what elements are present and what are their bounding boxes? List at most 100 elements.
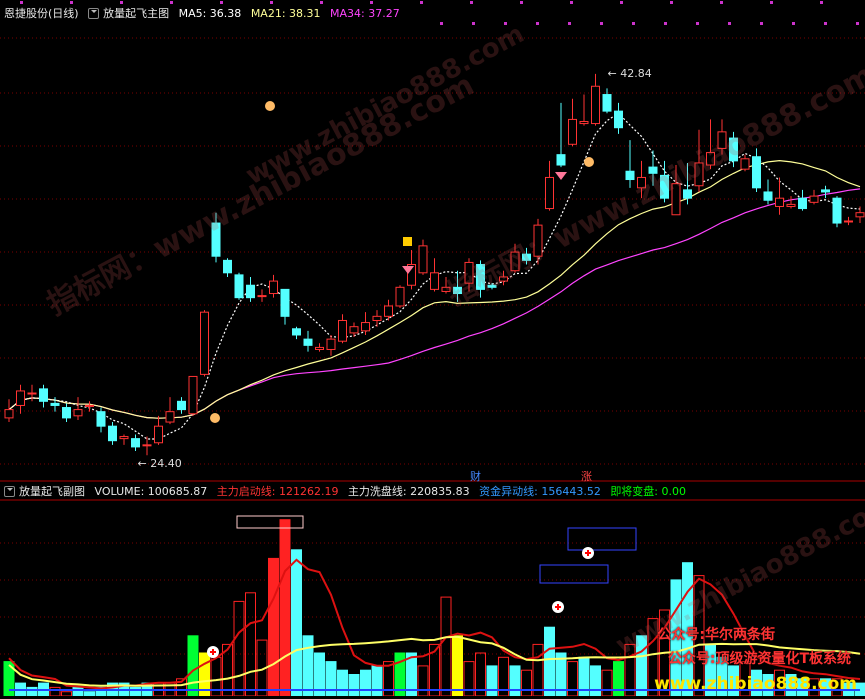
signal-dot	[670, 1, 673, 4]
candle-body	[499, 276, 508, 282]
candle-body	[533, 224, 543, 257]
signal-dot	[270, 1, 273, 4]
candle-body	[522, 253, 531, 261]
volume-bar	[291, 549, 302, 697]
candle-body	[303, 338, 313, 346]
candle-body	[510, 251, 520, 272]
candle-body	[223, 259, 232, 274]
volume-value: VOLUME: 100685.87	[94, 485, 208, 498]
candle-body	[234, 274, 244, 299]
period-label: (日线)	[48, 7, 79, 20]
hand-icon	[584, 157, 594, 167]
signal-dot	[170, 1, 173, 4]
indicator-dropdown-icon[interactable]	[88, 7, 100, 19]
candle-body	[464, 261, 474, 284]
volume-bar	[521, 669, 532, 697]
candle-body	[154, 425, 163, 444]
hand-icon	[265, 101, 275, 111]
volume-bar	[601, 669, 613, 697]
diamond-icon	[555, 172, 567, 180]
signal-dot	[632, 22, 635, 25]
candle-body	[648, 166, 658, 174]
candle-body	[441, 286, 451, 292]
signal-dot	[440, 22, 443, 25]
candle-body	[602, 94, 612, 112]
candle-body	[50, 402, 60, 406]
candle-body	[694, 162, 704, 187]
signal-dot	[664, 22, 667, 25]
volume-bar	[348, 674, 360, 697]
candle-body	[292, 328, 301, 336]
low-label: ← 24.40	[138, 457, 182, 470]
main-header: 恩捷股份(日线) 放量起飞主图 MA5: 36.38 MA21: 38.31 M…	[4, 6, 406, 22]
price-chart[interactable]: ← 42.84 ← 24.40	[0, 0, 865, 697]
signal-box	[567, 527, 637, 551]
signal-dot	[600, 22, 603, 25]
signal-dot	[760, 22, 763, 25]
candle-body	[108, 425, 117, 442]
candle-body	[131, 438, 140, 448]
candle-body	[763, 191, 773, 201]
main-indicator-name[interactable]: 放量起飞主图	[103, 7, 169, 20]
buy-square-icon	[403, 237, 412, 246]
promo-line-2: 公众号:顶级游资量化T板系统	[667, 651, 851, 667]
candle-body	[257, 295, 267, 298]
candle-body	[177, 400, 186, 411]
marker-zhang[interactable]: 涨	[581, 468, 592, 484]
candle-body	[27, 392, 37, 395]
signal-dot	[620, 1, 623, 4]
candle-body	[476, 264, 485, 290]
candle-body	[418, 245, 428, 274]
candle-body	[315, 346, 324, 350]
candle-body	[775, 197, 784, 207]
volume-bar	[26, 686, 38, 697]
volume-bar	[532, 643, 544, 697]
chart-stage[interactable]: ← 42.84 ← 24.40	[0, 0, 865, 697]
volume-bar	[360, 669, 371, 697]
candle-body	[96, 411, 106, 427]
candle-body	[614, 110, 623, 129]
candle-body	[165, 411, 175, 423]
candle-body	[269, 280, 278, 295]
signal-dot	[370, 1, 373, 4]
volume-bar	[624, 643, 636, 697]
sub-indicator-dropdown-icon[interactable]	[4, 485, 15, 497]
sub-indicator-name[interactable]: 放量起飞副图	[19, 485, 85, 498]
candle-body	[142, 444, 152, 447]
stock-name: 恩捷股份	[4, 7, 48, 20]
candle-body	[798, 197, 807, 210]
candle-body	[73, 409, 83, 417]
candle-body	[361, 322, 370, 332]
candle-body	[16, 390, 25, 406]
volume-bar	[440, 596, 452, 697]
signal-dot	[70, 1, 73, 4]
candle-body	[85, 404, 94, 407]
volume-bar	[590, 665, 601, 697]
marker-cai[interactable]: 财	[470, 468, 481, 484]
candle-body	[786, 203, 796, 207]
volume-bar	[636, 635, 647, 697]
candle-body	[717, 131, 727, 149]
signal-dot	[570, 1, 573, 4]
candle-body	[729, 137, 738, 162]
start-line-value: 主力启动线: 121262.19	[216, 485, 339, 498]
candle-body	[4, 409, 14, 419]
promo-site: www.zhibiao888.com	[654, 674, 857, 694]
volume-bar	[279, 519, 291, 697]
candle-body	[453, 286, 462, 295]
candle-body	[832, 197, 842, 224]
volume-bar	[61, 691, 72, 697]
volume-bar	[371, 665, 383, 697]
high-label: ← 42.84	[608, 67, 652, 80]
candle-body	[660, 174, 669, 199]
signal-dot	[470, 1, 473, 4]
fund-line-value: 资金异动线: 156443.52	[479, 485, 601, 498]
candle-body	[372, 315, 382, 321]
candle-body	[752, 156, 761, 189]
candle-body	[740, 158, 750, 170]
signal-dot	[856, 22, 859, 25]
signal-dot	[220, 1, 223, 4]
candle-body	[211, 222, 221, 257]
candle-body	[188, 375, 198, 415]
volume-bar	[130, 686, 141, 697]
